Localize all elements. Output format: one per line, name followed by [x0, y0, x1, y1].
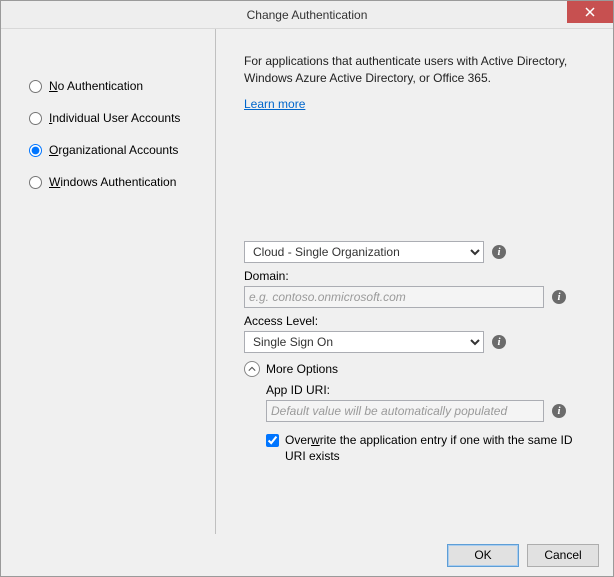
radio-label-org: Organizational Accounts	[49, 143, 178, 157]
close-button[interactable]	[567, 1, 613, 23]
radio-label-windows: Windows Authentication	[49, 175, 176, 189]
cancel-button[interactable]: Cancel	[527, 544, 599, 567]
radio-input-individual[interactable]	[29, 112, 42, 125]
radio-input-no-auth[interactable]	[29, 80, 42, 93]
overwrite-label: Overwrite the application entry if one w…	[285, 432, 591, 464]
radio-input-org[interactable]	[29, 144, 42, 157]
info-icon[interactable]: i	[552, 404, 566, 418]
info-icon[interactable]: i	[492, 245, 506, 259]
domain-label: Domain:	[244, 269, 591, 283]
info-icon[interactable]: i	[492, 335, 506, 349]
radio-organizational-accounts[interactable]: Organizational Accounts	[29, 143, 197, 157]
learn-more-link[interactable]: Learn more	[244, 97, 591, 111]
access-level-label: Access Level:	[244, 314, 591, 328]
radio-windows-authentication[interactable]: Windows Authentication	[29, 175, 197, 189]
chevron-up-icon	[244, 361, 260, 377]
auth-mode-pane: No Authentication Individual User Accoun…	[1, 29, 216, 534]
app-id-uri-input[interactable]	[266, 400, 544, 422]
radio-input-windows[interactable]	[29, 176, 42, 189]
domain-input[interactable]	[244, 286, 544, 308]
info-icon[interactable]: i	[552, 290, 566, 304]
radio-label-individual: Individual User Accounts	[49, 111, 180, 125]
description-text: For applications that authenticate users…	[244, 53, 591, 87]
radio-label-no-auth: No Authentication	[49, 79, 143, 93]
dialog-button-bar: OK Cancel	[1, 534, 613, 576]
radio-individual-accounts[interactable]: Individual User Accounts	[29, 111, 197, 125]
ok-button[interactable]: OK	[447, 544, 519, 567]
org-type-select[interactable]: Cloud - Single Organization	[244, 241, 484, 263]
window-title: Change Authentication	[1, 8, 613, 22]
more-options-label: More Options	[266, 362, 338, 376]
app-id-uri-label: App ID URI:	[266, 383, 591, 397]
details-pane: For applications that authenticate users…	[216, 29, 613, 534]
more-options-toggle[interactable]: More Options	[244, 361, 591, 377]
close-icon	[585, 7, 595, 17]
access-level-select[interactable]: Single Sign On	[244, 331, 484, 353]
radio-no-authentication[interactable]: No Authentication	[29, 79, 197, 93]
overwrite-checkbox[interactable]	[266, 434, 279, 447]
